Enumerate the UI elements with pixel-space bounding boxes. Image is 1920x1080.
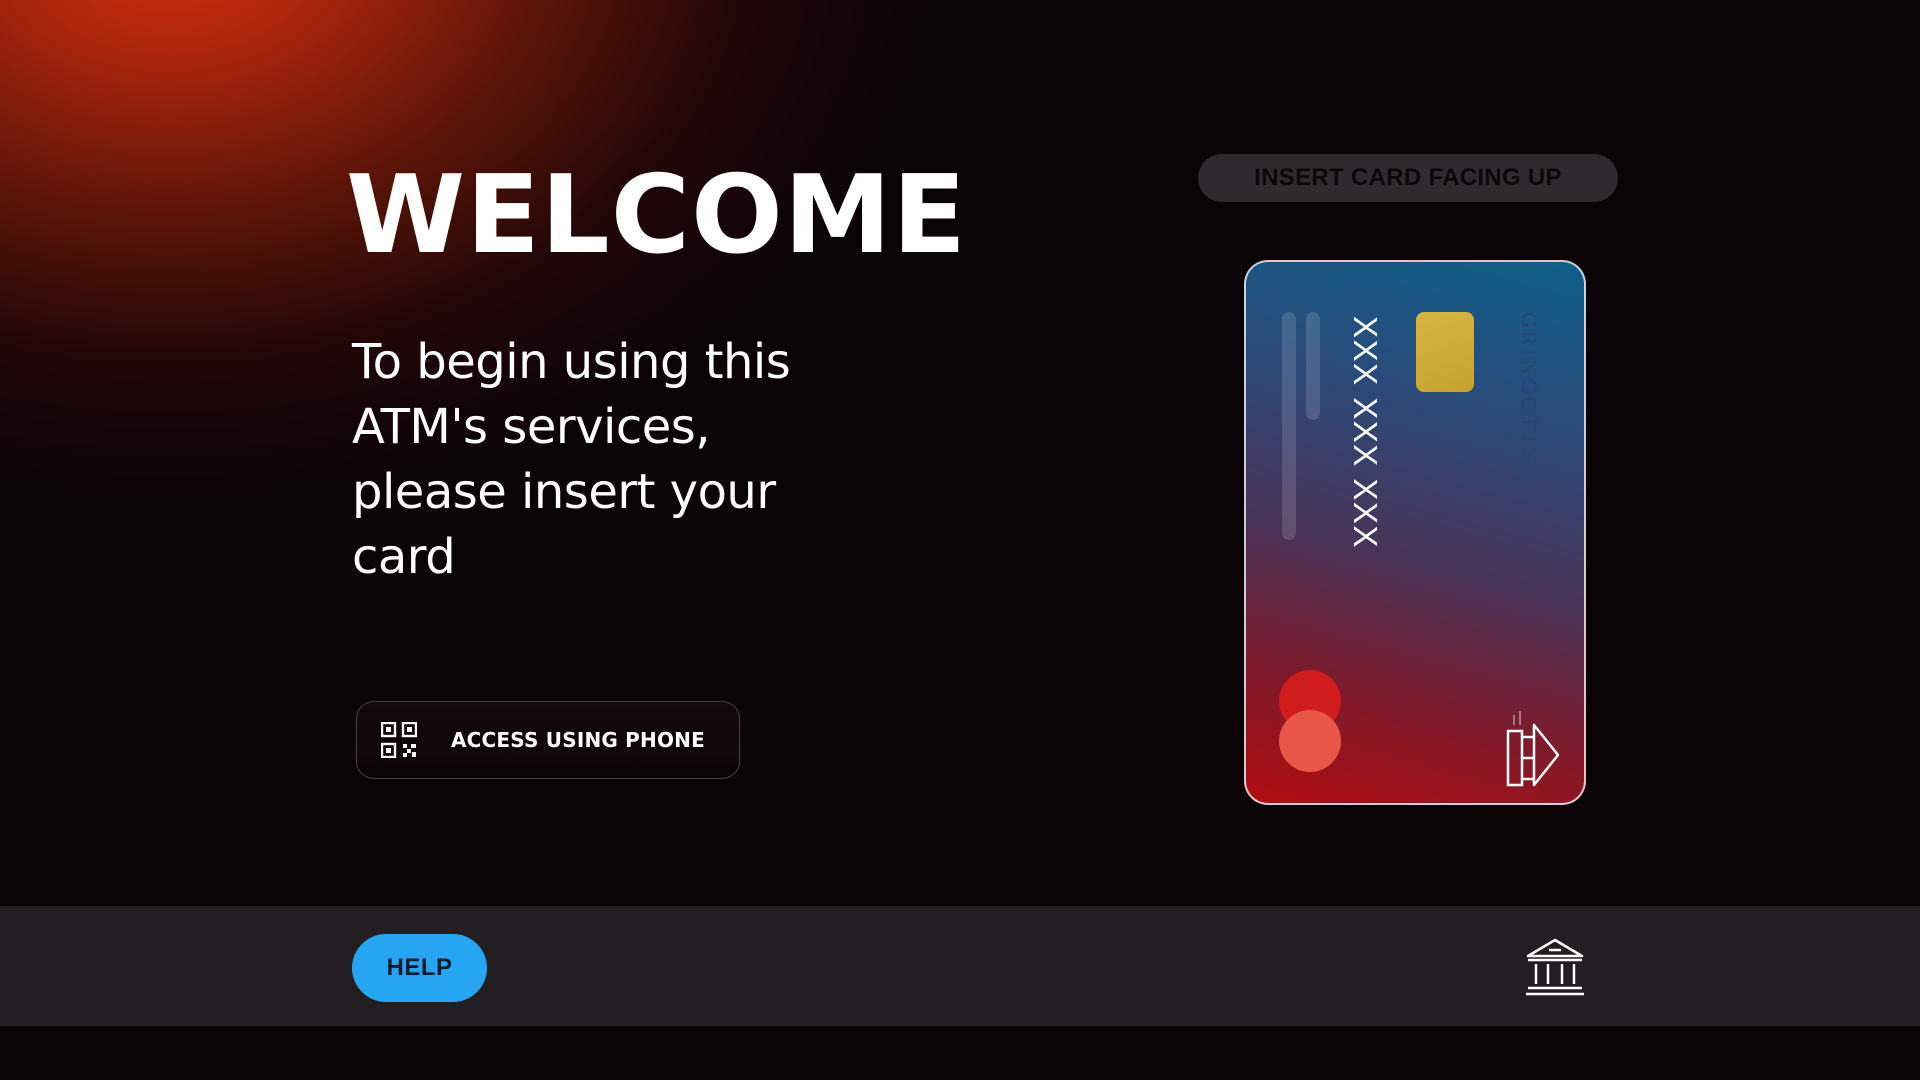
help-button[interactable]: HELP [352,934,487,1002]
bottom-bar: HELP [0,906,1920,1026]
card-bank-name: GRINGOTTS [1517,312,1542,464]
contactless-icon [1506,711,1560,787]
bank-card-illustration: XXX XXX XXX GRINGOTTS [1244,260,1586,805]
card-stripe [1306,312,1320,420]
atm-welcome-screen: WELCOME To begin using this ATM's servic… [0,0,1920,1080]
card-network-logo-circle [1279,710,1341,772]
card-chip [1416,312,1474,392]
svg-text:XXX XXX XXX: XXX XXX XXX [1347,316,1382,549]
bank-icon[interactable] [1524,936,1586,998]
qr-code-icon [381,722,417,758]
svg-text:GRINGOTTS: GRINGOTTS [1517,312,1542,464]
access-using-phone-label: ACCESS USING PHONE [451,728,705,752]
insert-card-hint: INSERT CARD FACING UP [1198,154,1618,202]
card-stripe [1282,312,1296,540]
insert-card-instructions: To begin using this ATM's services, plea… [352,334,791,585]
welcome-title: WELCOME [346,153,968,278]
access-using-phone-button[interactable]: ACCESS USING PHONE [356,701,740,779]
card-number: XXX XXX XXX [1347,316,1382,549]
